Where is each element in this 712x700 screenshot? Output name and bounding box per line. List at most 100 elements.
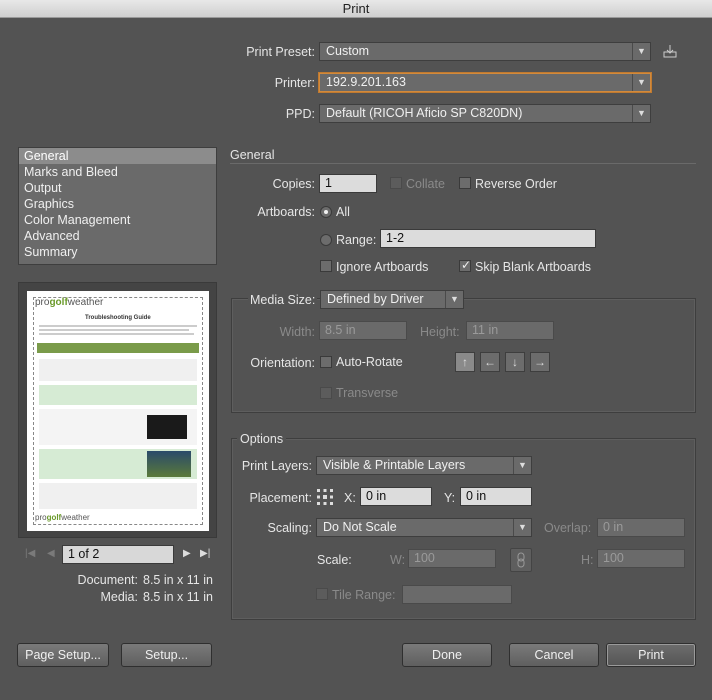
height-field[interactable]: 11 in <box>466 321 554 340</box>
scale-height-field[interactable]: 100 <box>597 549 685 568</box>
media-size: 8.5 in x 11 in <box>143 590 213 604</box>
last-page-icon[interactable]: ▶| <box>200 548 210 559</box>
print-layers-label: Print Layers: <box>241 459 312 473</box>
chevron-down-icon: ▼ <box>632 43 650 60</box>
ppd-dropdown[interactable]: Default (RICOH Aficio SP C820DN) ▼ <box>319 104 651 123</box>
placement-label: Placement: <box>249 491 312 505</box>
scaling-dropdown[interactable]: Do Not Scale ▼ <box>316 518 532 537</box>
collate-checkbox[interactable] <box>390 177 402 189</box>
collate-label: Collate <box>406 177 445 191</box>
preview-screenshot-image <box>147 415 187 439</box>
link-icon[interactable] <box>510 548 532 572</box>
auto-rotate-checkbox[interactable] <box>320 356 332 368</box>
media-size-dropdown[interactable]: Defined by Driver ▼ <box>320 290 464 309</box>
overlap-field[interactable]: 0 in <box>597 518 685 537</box>
done-button[interactable]: Done <box>402 643 492 667</box>
window-title: Print <box>0 0 712 18</box>
ignore-artboards-label: Ignore Artboards <box>336 260 429 274</box>
printer-value: 192.9.201.163 <box>326 75 406 89</box>
sidebar-item-output[interactable]: Output <box>19 180 216 196</box>
portrait-orientation-icon[interactable]: ↑ <box>455 352 475 372</box>
x-label: X: <box>344 491 356 505</box>
reverse-order-checkbox[interactable] <box>459 177 471 189</box>
preview-block <box>39 385 197 405</box>
chevron-down-icon: ▼ <box>513 519 531 536</box>
print-preset-dropdown[interactable]: Custom ▼ <box>319 42 651 61</box>
first-page-icon[interactable]: |◀ <box>25 548 35 559</box>
printer-dropdown[interactable]: 192.9.201.163 ▼ <box>319 73 651 92</box>
sidebar-item-advanced[interactable]: Advanced <box>19 228 216 244</box>
page-indicator[interactable]: 1 of 2 <box>62 545 174 564</box>
preview-logo: progolfweather <box>35 297 104 308</box>
ppd-label: PPD: <box>285 107 315 121</box>
skip-blank-artboards-label: Skip Blank Artboards <box>475 260 592 274</box>
preview-footer-logo: progolfweather <box>35 513 90 522</box>
ppd-value: Default (RICOH Aficio SP C820DN) <box>326 106 523 120</box>
w-label: W: <box>390 553 406 567</box>
save-preset-icon[interactable] <box>662 43 678 59</box>
scaling-value: Do Not Scale <box>323 520 397 534</box>
tile-range-field[interactable] <box>402 585 512 604</box>
x-field[interactable]: 0 in <box>360 487 432 506</box>
range-label: Range: <box>336 233 377 247</box>
next-page-icon[interactable]: ▶ <box>183 548 191 559</box>
document-size: 8.5 in x 11 in <box>143 573 213 587</box>
orientation-label: Orientation: <box>250 356 315 370</box>
reverse-landscape-orientation-icon[interactable]: → <box>530 352 550 372</box>
skip-blank-artboards-checkbox[interactable]: ✓ <box>459 258 471 272</box>
print-preview[interactable]: progolfweather Troubleshooting Guide pro… <box>18 282 217 538</box>
document-label: Document: <box>77 573 138 587</box>
preview-text-line <box>39 333 194 335</box>
print-preset-label: Print Preset: <box>246 45 315 59</box>
preview-page: progolfweather Troubleshooting Guide pro… <box>27 291 209 531</box>
preview-landscape-image <box>147 451 191 477</box>
sidebar-item-summary[interactable]: Summary <box>19 244 216 260</box>
setup-button[interactable]: Setup... <box>121 643 212 667</box>
scale-width-field[interactable]: 100 <box>408 549 496 568</box>
media-size-value: Defined by Driver <box>327 292 424 306</box>
chevron-down-icon: ▼ <box>632 74 650 91</box>
all-label: All <box>336 205 350 219</box>
scaling-label: Scaling: <box>267 521 312 535</box>
scale-label: Scale: <box>317 553 352 567</box>
transverse-label: Transverse <box>336 386 399 400</box>
tile-range-checkbox[interactable] <box>316 588 328 600</box>
width-label: Width: <box>279 325 315 339</box>
reverse-portrait-orientation-icon[interactable]: ↓ <box>505 352 525 372</box>
category-list[interactable]: General Marks and Bleed Output Graphics … <box>18 147 217 265</box>
sidebar-item-color-management[interactable]: Color Management <box>19 212 216 228</box>
chevron-down-icon: ▼ <box>445 291 463 308</box>
landscape-orientation-icon[interactable]: ← <box>480 352 500 372</box>
placement-grid-icon[interactable] <box>315 487 335 507</box>
printer-label: Printer: <box>274 76 315 90</box>
tile-range-label: Tile Range: <box>332 588 396 602</box>
range-radio[interactable] <box>320 234 332 246</box>
copies-field[interactable]: 1 <box>319 174 377 193</box>
sidebar-item-marks-and-bleed[interactable]: Marks and Bleed <box>19 164 216 180</box>
preview-block <box>39 359 197 381</box>
range-field[interactable]: 1-2 <box>380 229 596 248</box>
copies-label: Copies: <box>272 177 315 191</box>
print-layers-dropdown[interactable]: Visible & Printable Layers ▼ <box>316 456 532 475</box>
width-field[interactable]: 8.5 in <box>319 321 407 340</box>
media-label: Media: <box>100 590 138 604</box>
transverse-checkbox[interactable] <box>320 387 332 399</box>
general-section-title: General <box>230 148 275 162</box>
height-label: Height: <box>420 325 460 339</box>
overlap-label: Overlap: <box>544 521 592 535</box>
ignore-artboards-checkbox[interactable] <box>320 260 332 272</box>
sidebar-item-general[interactable]: General <box>19 148 216 164</box>
all-radio[interactable] <box>320 206 332 218</box>
auto-rotate-label: Auto-Rotate <box>336 355 403 369</box>
page-setup-button[interactable]: Page Setup... <box>17 643 109 667</box>
artboards-label: Artboards: <box>257 205 315 219</box>
previous-page-icon[interactable]: ◀ <box>47 548 55 559</box>
y-field[interactable]: 0 in <box>460 487 532 506</box>
media-size-label: Media Size: <box>248 293 318 307</box>
print-preset-value: Custom <box>326 44 370 58</box>
preview-doc-title: Troubleshooting Guide <box>85 315 151 321</box>
preview-section-header <box>37 343 199 353</box>
cancel-button[interactable]: Cancel <box>509 643 599 667</box>
sidebar-item-graphics[interactable]: Graphics <box>19 196 216 212</box>
print-button[interactable]: Print <box>606 643 696 667</box>
